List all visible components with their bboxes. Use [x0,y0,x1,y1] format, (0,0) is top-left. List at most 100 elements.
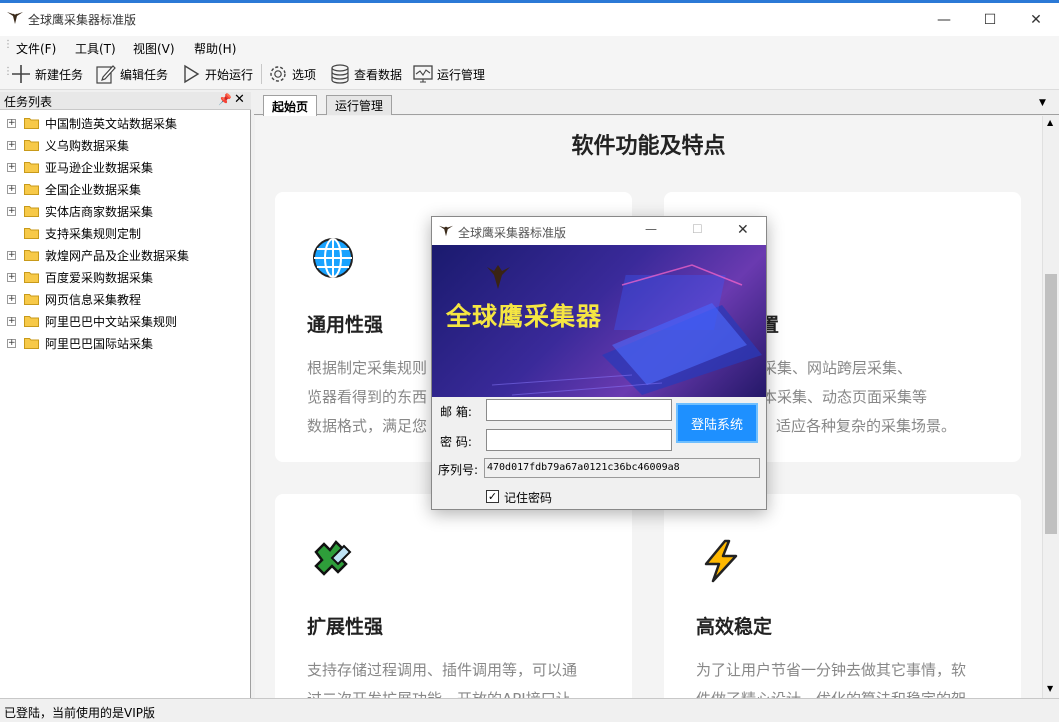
card-title: 通用性强 [307,314,384,336]
login-title: 全球鹰采集器标准版 [458,226,567,240]
folder-icon [24,118,39,129]
card-line: 为了让用户节省一分钟去做其它事情，软 [696,661,967,679]
edit-task-button[interactable]: 编辑任务 [95,62,168,86]
tree-item-label: 阿里巴巴中文站采集规则 [45,314,178,329]
plus-icon [12,65,30,83]
menu-view[interactable]: 视图(V) [133,40,175,57]
card-text: 为了让用户节省一分钟去做其它事情，软 件做了精心设计，优化的算法和稳定的架 [696,656,1006,698]
expand-icon[interactable]: + [7,184,16,194]
tree-item[interactable]: + 阿里巴巴中文站采集规则 [0,310,250,332]
tree-item[interactable]: + 亚马逊企业数据采集 [0,156,250,178]
tab-dropdown-icon[interactable]: ▼ [1039,98,1046,108]
folder-icon [24,338,39,349]
content-scrollbar[interactable]: ▲ ▼ [1042,116,1059,698]
card-text: 支持存储过程调用、插件调用等，可以通 过二次开发扩展功能，开放的API接口让 [307,656,617,698]
expand-icon[interactable]: + [7,162,16,172]
menu-help[interactable]: 帮助(H) [194,40,236,57]
folder-icon [24,162,39,173]
tree-item[interactable]: + 全国企业数据采集 [0,178,250,200]
tree-item-label: 全国企业数据采集 [45,182,142,197]
tab-run-manage-label: 运行管理 [335,99,384,113]
tree-item[interactable]: + 中国制造英文站数据采集 [0,112,250,134]
toolbar: ⋮ 新建任务 编辑任务 开始运行 选项 查看数据 运行管理 [0,58,1059,90]
pin-icon[interactable]: 📌 [218,93,232,106]
gear-icon [270,66,286,82]
tree-item[interactable]: + 百度爱采购数据采集 [0,266,250,288]
login-button[interactable]: 登陆系统 [676,403,758,443]
tree-item-label: 亚马逊企业数据采集 [45,160,154,175]
menu-grip: ⋮ [3,39,13,50]
task-list-title: 任务列表 [4,95,53,109]
start-run-button[interactable]: 开始运行 [180,62,253,86]
folder-icon [24,294,39,305]
tree-item[interactable]: + 敦煌网产品及企业数据采集 [0,244,250,266]
folder-icon [24,140,39,151]
card-line: 登录采集、网站跨层采集、 [732,359,913,377]
email-label: 邮 箱: [440,405,472,419]
folder-icon [24,316,39,327]
menu-file[interactable]: 文件(F) [16,40,56,57]
close-button[interactable]: ✕ [1013,3,1059,36]
expand-icon[interactable]: + [7,316,16,326]
login-dialog: 全球鹰采集器标准版 — ☐ ✕ 全球鹰采集器 邮 箱: 密 码: 登陆系统 序列… [431,216,767,510]
expand-icon[interactable]: + [7,294,16,304]
tab-start-page[interactable]: 起始页 [263,95,318,116]
login-banner: 全球鹰采集器 [432,245,766,397]
tree-item-label: 阿里巴巴国际站采集 [45,336,154,351]
lightning-icon [704,539,738,583]
expand-icon[interactable]: + [7,206,16,216]
tab-run-manage[interactable]: 运行管理 [326,95,393,115]
expand-icon[interactable]: + [7,272,16,282]
folder-icon [24,228,39,239]
start-run-label: 开始运行 [205,67,254,82]
options-button[interactable]: 选项 [267,62,316,86]
new-task-button[interactable]: 新建任务 [10,62,83,86]
pencil-icon [96,65,116,84]
expand-icon[interactable]: + [7,250,16,260]
expand-icon[interactable]: + [7,338,16,348]
expand-icon[interactable]: + [7,140,16,150]
scroll-up-icon[interactable]: ▲ [1047,118,1053,127]
title-bar: 全球鹰采集器标准版 — ☐ ✕ [0,0,1059,36]
card-line: 支持存储过程调用、插件调用等，可以通 [307,661,578,679]
monitor-icon [413,65,433,83]
tree-item[interactable]: + 阿里巴巴国际站采集 [0,332,250,354]
login-close-button[interactable]: ✕ [737,222,749,238]
email-field[interactable] [486,399,672,421]
menu-tools[interactable]: 工具(T) [75,40,116,57]
run-manage-button[interactable]: 运行管理 [412,62,485,86]
puzzle-icon [314,540,352,576]
serial-label: 序列号: [438,463,479,477]
login-minimize-button[interactable]: — [645,222,657,236]
run-manage-label: 运行管理 [437,67,486,82]
minimize-button[interactable]: — [921,3,967,36]
maximize-button[interactable]: ☐ [967,3,1013,36]
scroll-thumb[interactable] [1045,274,1057,534]
app-title: 全球鹰采集器标准版 [28,13,137,27]
status-bar: 已登陆，当前使用的是VIP版 [0,698,1059,722]
password-field[interactable] [486,429,672,451]
expand-icon[interactable]: + [7,118,16,128]
remember-password-checkbox[interactable]: ✓ [486,490,499,503]
password-label: 密 码: [440,435,472,449]
scroll-down-icon[interactable]: ▼ [1047,684,1053,693]
serial-field[interactable]: 470d017fdb79a67a0121c36bc46009a8 [484,458,760,478]
panel-close-icon[interactable]: ✕ [234,92,245,107]
tab-start-page-label: 起始页 [272,99,309,114]
tree-item[interactable]: + 网页信息采集教程 [0,288,250,310]
tree-item[interactable]: + 义乌购数据采集 [0,134,250,156]
globe-icon [313,238,353,278]
remember-password-label[interactable]: 记住密码 [504,489,552,506]
tree-item-label: 敦煌网产品及企业数据采集 [45,248,190,263]
toolbar-divider [261,64,262,84]
login-title-bar: 全球鹰采集器标准版 — ☐ ✕ [432,217,766,245]
feature-card-stable: 高效稳定 为了让用户节省一分钟去做其它事情，软 件做了精心设计，优化的算法和稳定… [664,494,1021,698]
tree-item[interactable]: + 实体店商家数据采集 [0,200,250,222]
card-line: 件做了精心设计，优化的算法和稳定的架 [696,685,1006,698]
folder-icon [24,250,39,261]
view-data-button[interactable]: 查看数据 [329,62,402,86]
eagle-logo-icon [7,11,23,24]
tab-strip: 起始页 运行管理 ▼ [254,93,1059,116]
card-line: 、脚本采集、动态页面采集等 [732,388,928,406]
tree-item[interactable]: 支持采集规则定制 [0,222,250,244]
